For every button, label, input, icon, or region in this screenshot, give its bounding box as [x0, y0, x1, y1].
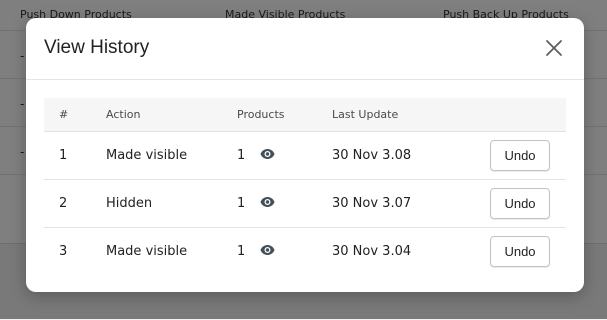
header-action: Action: [106, 108, 141, 121]
close-icon: [546, 40, 562, 56]
row-action: Hidden: [106, 196, 153, 211]
row-last-update: 30 Nov 3.07: [332, 196, 412, 211]
row-action: Made visible: [106, 244, 188, 259]
undo-button[interactable]: Undo: [490, 236, 550, 267]
header-number: #: [59, 108, 69, 121]
header-products: Products: [237, 108, 285, 121]
modal-title: View History: [44, 37, 150, 58]
row-number: 3: [59, 244, 68, 259]
eye-icon[interactable]: [260, 148, 275, 160]
header-last-update: Last Update: [332, 108, 399, 121]
table-row: 2 Hidden 1 30 Nov 3.07 Undo: [44, 180, 566, 228]
row-last-update: 30 Nov 3.08: [332, 148, 412, 163]
modal-header: View History: [26, 18, 584, 80]
row-products-count: 1: [237, 244, 246, 259]
table-row: 1 Made visible 1 30 Nov 3.08 Undo: [44, 132, 566, 180]
undo-button[interactable]: Undo: [490, 140, 550, 171]
row-products-count: 1: [237, 196, 246, 211]
eye-icon[interactable]: [260, 196, 275, 208]
row-products-count: 1: [237, 148, 246, 163]
row-number: 1: [59, 148, 68, 163]
view-history-modal: View History # Action Products Last Upda…: [26, 18, 584, 292]
table-row: 3 Made visible 1 30 Nov 3.04 Undo: [44, 228, 566, 275]
close-button[interactable]: [544, 38, 564, 58]
row-number: 2: [59, 196, 68, 211]
table-header: # Action Products Last Update: [44, 98, 566, 132]
row-action: Made visible: [106, 148, 188, 163]
eye-icon[interactable]: [260, 244, 275, 256]
history-table: # Action Products Last Update 1 Made vis…: [44, 98, 566, 275]
row-last-update: 30 Nov 3.04: [332, 244, 412, 259]
undo-button[interactable]: Undo: [490, 188, 550, 219]
